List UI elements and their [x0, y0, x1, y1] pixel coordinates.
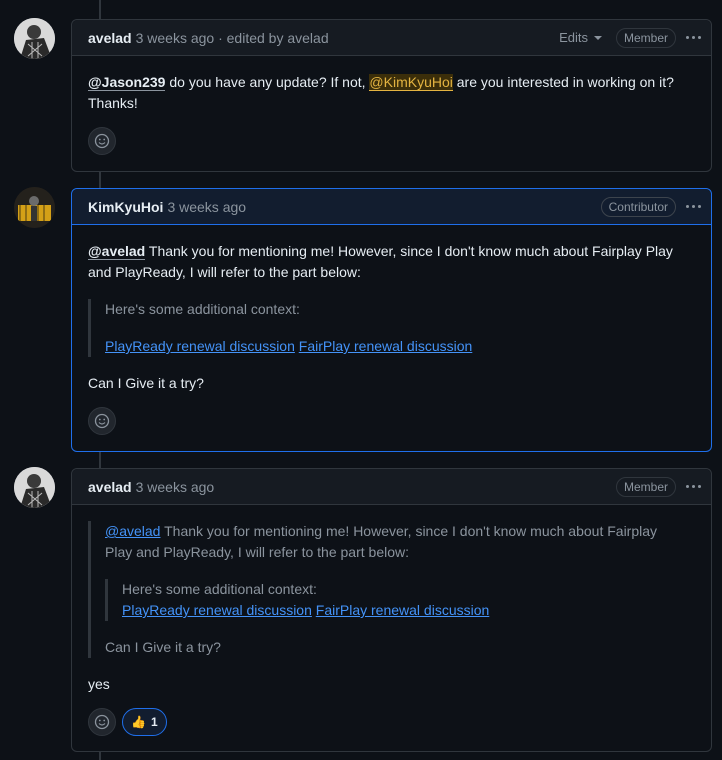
reaction-thumbs-up-button[interactable]: 👍 1: [122, 708, 167, 736]
reactions-row: [72, 407, 132, 435]
comment-body: @avelad Thank you for mentioning me! How…: [72, 505, 711, 695]
quote-text: Can I Give it a try?: [105, 639, 221, 655]
smiley-icon: [94, 714, 110, 730]
avatar[interactable]: [14, 18, 55, 59]
comment-header: avelad 3 weeks ago · edited by avelad Ed…: [72, 20, 711, 56]
add-reaction-button[interactable]: [88, 407, 116, 435]
add-reaction-button[interactable]: [88, 708, 116, 736]
quote-text: Here's some additional context:: [105, 301, 300, 317]
reactions-row: [72, 127, 132, 155]
quote-text: Here's some additional context:: [122, 581, 317, 597]
role-badge: Member: [615, 27, 676, 48]
smiley-icon: [94, 413, 110, 429]
comment-box: KimKyuHoi 3 weeks ago Contributor @avela…: [71, 188, 712, 452]
kebab-menu-icon[interactable]: [684, 199, 702, 215]
role-badge: Member: [615, 476, 676, 497]
reactions-row: 👍 1: [72, 708, 183, 736]
kebab-menu-icon[interactable]: [684, 479, 702, 495]
edits-dropdown[interactable]: Edits: [559, 30, 602, 45]
comment-meta: 3 weeks ago · edited by avelad: [135, 29, 329, 46]
user-mention-highlight[interactable]: @KimKyuHoi: [369, 74, 453, 91]
link-fairplay-discussion[interactable]: FairPlay renewal discussion: [316, 602, 490, 618]
quote-text: Play and PlayReady, I will refer to the …: [105, 544, 410, 560]
comment-author[interactable]: avelad: [88, 30, 132, 46]
comment-body: @Jason239 do you have any update? If not…: [72, 56, 711, 114]
thumbs-up-icon: 👍: [131, 715, 146, 729]
nested-blockquote: Here's some additional context: PlayRead…: [105, 579, 695, 621]
link-playready-discussion[interactable]: PlayReady renewal discussion: [122, 602, 312, 618]
comment-text: Can I Give it a try?: [88, 375, 204, 391]
role-badge: Contributor: [600, 196, 676, 217]
avatar-image: [14, 187, 55, 228]
link-fairplay-discussion[interactable]: FairPlay renewal discussion: [299, 338, 473, 354]
user-mention[interactable]: @Jason239: [88, 74, 166, 91]
edits-label: Edits: [559, 30, 588, 45]
comment-text: Thank you for mentioning me! However, si…: [145, 243, 673, 259]
user-mention[interactable]: @avelad: [88, 243, 146, 260]
comment-header: avelad 3 weeks ago Member: [72, 469, 711, 505]
comment-meta: 3 weeks ago: [135, 478, 215, 495]
chevron-down-icon: [593, 35, 602, 40]
avatar-image: [14, 18, 55, 59]
comment-author[interactable]: avelad: [88, 479, 132, 495]
add-reaction-button[interactable]: [88, 127, 116, 155]
smiley-icon: [94, 133, 110, 149]
blockquote: @avelad Thank you for mentioning me! How…: [88, 521, 695, 658]
comment-header: KimKyuHoi 3 weeks ago Contributor: [72, 189, 711, 225]
comment-box: avelad 3 weeks ago Member @avelad Thank …: [71, 468, 712, 752]
comment-text: and PlayReady, I will refer to the part …: [88, 264, 361, 280]
comment-text: yes: [88, 676, 110, 692]
kebab-menu-icon[interactable]: [684, 30, 702, 46]
avatar[interactable]: [14, 187, 55, 228]
comment-text: do you have any update? If not,: [165, 74, 370, 90]
comment-box: avelad 3 weeks ago · edited by avelad Ed…: [71, 19, 712, 172]
user-mention[interactable]: @avelad: [105, 523, 160, 539]
quote-text: Thank you for mentioning me! However, si…: [160, 523, 658, 539]
link-playready-discussion[interactable]: PlayReady renewal discussion: [105, 338, 295, 354]
comment-author[interactable]: KimKyuHoi: [88, 199, 163, 215]
comment-meta: 3 weeks ago: [167, 198, 247, 215]
avatar[interactable]: [14, 467, 55, 508]
comment-body: @avelad Thank you for mentioning me! How…: [72, 225, 711, 394]
comment-text: Thanks!: [88, 95, 138, 111]
reaction-count: 1: [150, 715, 158, 729]
comment-text: are you interested in working on it?: [452, 74, 674, 90]
avatar-image: [14, 467, 55, 508]
blockquote: Here's some additional context: PlayRead…: [88, 299, 695, 357]
